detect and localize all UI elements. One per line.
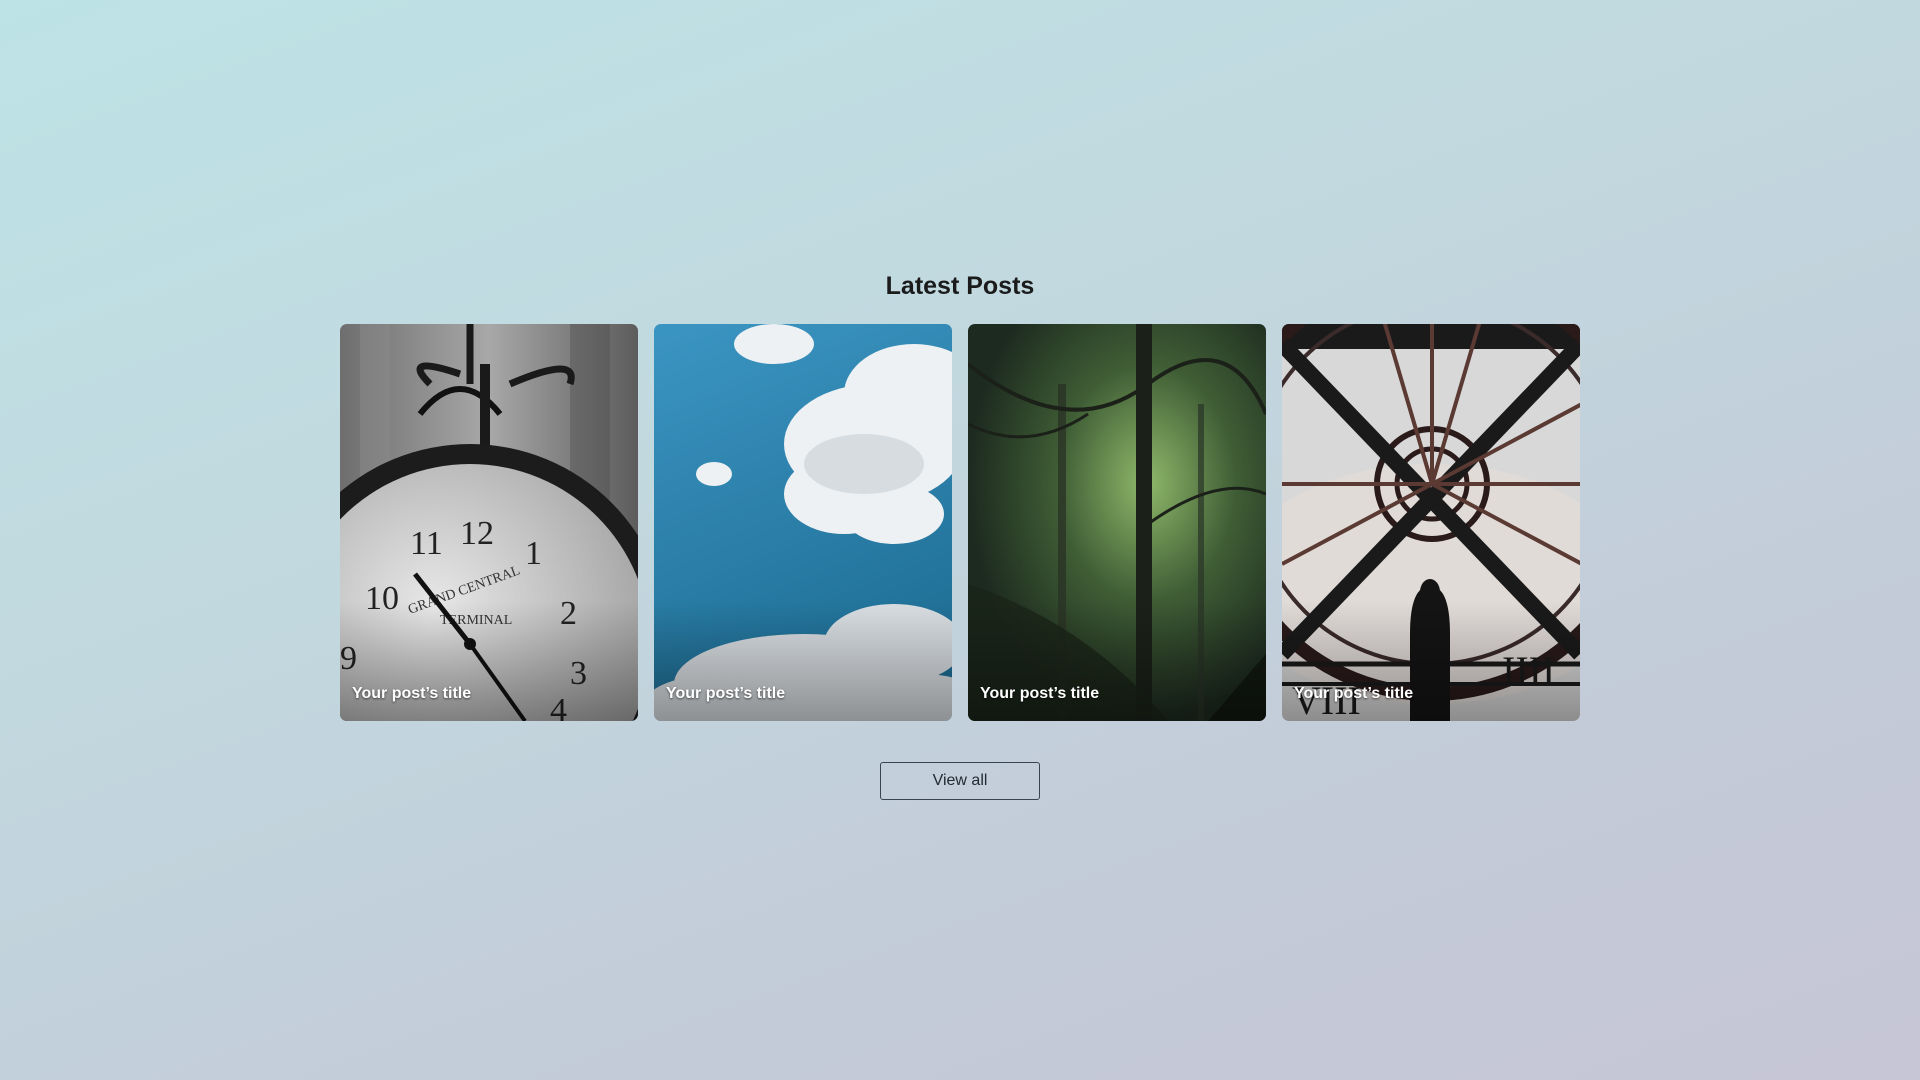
svg-text:1: 1 — [525, 535, 542, 572]
post-title[interactable]: Your post’s title — [666, 685, 785, 703]
posts-grid: 12 11 1 10 2 9 3 4 GRAND CENTRAL TERMINA… — [340, 324, 1580, 721]
view-all-button[interactable]: View all — [880, 762, 1040, 800]
section-title: Latest Posts — [885, 272, 1035, 300]
post-title[interactable]: Your post’s title — [352, 685, 471, 703]
post-title[interactable]: Your post’s title — [980, 685, 1099, 703]
svg-text:12: 12 — [460, 515, 494, 552]
post-card[interactable]: 12 11 1 10 2 9 3 4 GRAND CENTRAL TERMINA… — [340, 324, 638, 721]
svg-text:11: 11 — [410, 525, 443, 562]
post-title[interactable]: Your post’s title — [1294, 685, 1413, 703]
post-card[interactable]: IIII VIII Your post’s title — [1282, 324, 1580, 721]
post-card[interactable]: Your post’s title — [968, 324, 1266, 721]
post-card[interactable]: Your post’s title — [654, 324, 952, 721]
